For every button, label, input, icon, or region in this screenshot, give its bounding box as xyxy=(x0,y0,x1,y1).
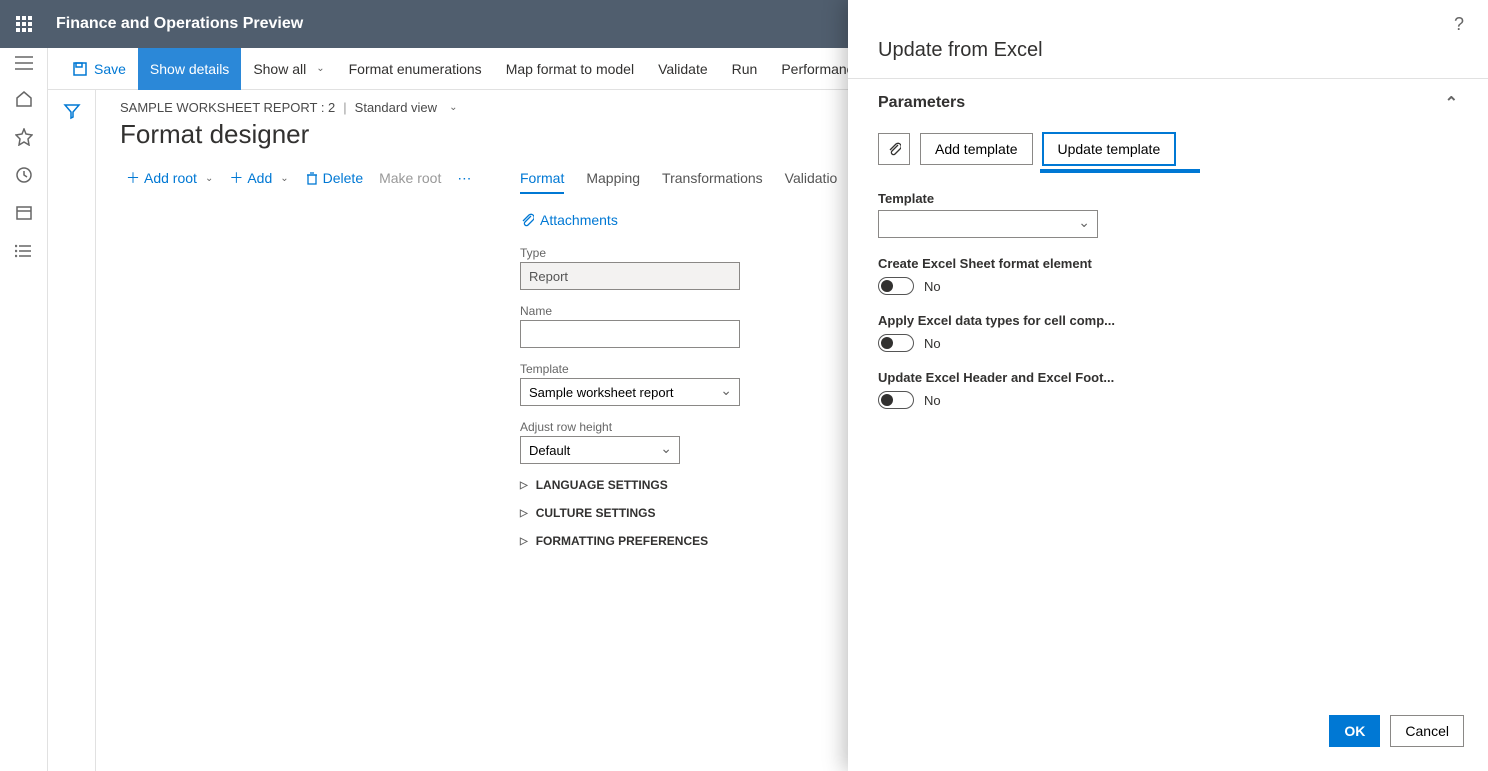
home-icon[interactable] xyxy=(15,90,33,108)
update-template-button[interactable]: Update template xyxy=(1043,133,1176,165)
format-enumerations-button[interactable]: Format enumerations xyxy=(337,48,494,90)
apply-types-label: Apply Excel data types for cell comp... xyxy=(878,313,1458,328)
update-header-toggle[interactable] xyxy=(878,391,914,409)
update-template-indicator xyxy=(1040,169,1200,173)
toggle-value: No xyxy=(924,393,941,408)
template-param-label: Template xyxy=(878,191,1458,206)
tab-format[interactable]: Format xyxy=(520,164,564,194)
help-icon[interactable]: ? xyxy=(1454,14,1464,35)
tab-transformations[interactable]: Transformations xyxy=(662,164,763,194)
chevron-down-icon: ⌄ xyxy=(316,63,324,74)
breadcrumb-view[interactable]: Standard view xyxy=(355,100,437,115)
left-nav-rail xyxy=(0,48,48,771)
triangle-right-icon: ▷ xyxy=(520,480,528,491)
breadcrumb-report: SAMPLE WORKSHEET REPORT : 2 xyxy=(120,100,335,115)
triangle-right-icon: ▷ xyxy=(520,508,528,519)
adjust-select[interactable] xyxy=(520,436,680,464)
tab-mapping[interactable]: Mapping xyxy=(586,164,640,194)
update-header-label: Update Excel Header and Excel Foot... xyxy=(878,370,1458,385)
toggle-value: No xyxy=(924,279,941,294)
name-field[interactable] xyxy=(520,320,740,348)
filter-column xyxy=(48,90,96,771)
more-button[interactable]: ⋯ xyxy=(451,166,477,191)
clock-icon[interactable] xyxy=(15,166,33,184)
workspace-icon[interactable] xyxy=(15,204,33,222)
validate-button[interactable]: Validate xyxy=(646,48,720,90)
filter-icon[interactable] xyxy=(63,102,81,120)
show-details-button[interactable]: Show details xyxy=(138,48,241,90)
type-field xyxy=(520,262,740,290)
make-root-button: Make root xyxy=(373,166,447,190)
save-button[interactable]: Save xyxy=(60,48,138,90)
triangle-right-icon: ▷ xyxy=(520,536,528,547)
paperclip-icon xyxy=(887,141,901,157)
parameters-section-header[interactable]: Parameters ⌃ xyxy=(878,93,1458,113)
list-icon[interactable] xyxy=(15,242,33,260)
tree-toolbar: ＋Add root⌄ ＋Add⌄ Delete Make root ⋯ xyxy=(120,164,500,192)
attach-button[interactable] xyxy=(878,133,910,165)
update-from-excel-panel: ? Update from Excel Parameters ⌃ Add tem… xyxy=(848,0,1488,771)
add-root-button[interactable]: ＋Add root⌄ xyxy=(120,164,219,192)
template-select[interactable] xyxy=(520,378,740,406)
template-param-select[interactable] xyxy=(878,210,1098,238)
add-button[interactable]: ＋Add⌄ xyxy=(223,164,294,192)
paperclip-icon xyxy=(520,212,534,228)
hamburger-icon[interactable] xyxy=(15,56,33,70)
chevron-up-icon: ⌃ xyxy=(1445,93,1458,113)
cancel-button[interactable]: Cancel xyxy=(1390,715,1464,747)
app-launcher-icon[interactable] xyxy=(0,0,48,48)
map-format-button[interactable]: Map format to model xyxy=(494,48,646,90)
create-sheet-label: Create Excel Sheet format element xyxy=(878,256,1458,271)
run-button[interactable]: Run xyxy=(720,48,770,90)
apply-types-toggle[interactable] xyxy=(878,334,914,352)
create-sheet-toggle[interactable] xyxy=(878,277,914,295)
show-all-button[interactable]: Show all⌄ xyxy=(241,48,336,90)
ok-button[interactable]: OK xyxy=(1329,715,1380,747)
delete-button[interactable]: Delete xyxy=(299,166,369,190)
flyout-title: Update from Excel xyxy=(878,39,1458,62)
app-title: Finance and Operations Preview xyxy=(56,15,303,33)
add-template-button[interactable]: Add template xyxy=(920,133,1033,165)
chevron-down-icon: ⌄ xyxy=(449,102,457,113)
toggle-value: No xyxy=(924,336,941,351)
tab-validations[interactable]: Validatio xyxy=(785,164,838,194)
star-icon[interactable] xyxy=(15,128,33,146)
